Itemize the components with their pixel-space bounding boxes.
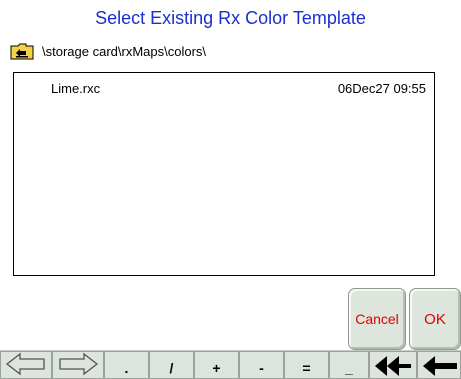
double-backspace-icon[interactable] (369, 351, 417, 379)
list-item[interactable]: Lime.rxc 06Dec27 09:55 (14, 81, 434, 99)
backspace-icon[interactable] (417, 351, 461, 379)
file-date: 06Dec27 09:55 (337, 81, 426, 96)
ok-button[interactable]: OK (409, 288, 461, 350)
key-minus[interactable]: - (239, 351, 284, 379)
arrow-right-outline-icon[interactable] (52, 351, 104, 379)
cancel-button[interactable]: Cancel (348, 288, 406, 350)
arrow-left-outline-icon[interactable] (0, 351, 52, 379)
key-plus[interactable]: + (194, 351, 239, 379)
key-dot[interactable]: . (104, 351, 149, 379)
key-underscore[interactable]: _ (329, 351, 369, 379)
current-path-row: \storage card\rxMaps\colors\ (10, 40, 206, 62)
dialog-title: Select Existing Rx Color Template (95, 8, 366, 28)
key-slash[interactable]: / (149, 351, 194, 379)
keyboard-row: . / + - = _ (0, 350, 461, 379)
folder-up-icon[interactable] (10, 43, 34, 60)
file-name: Lime.rxc (51, 81, 101, 96)
path-label: \storage card\rxMaps\colors\ (42, 43, 207, 59)
file-list[interactable]: Lime.rxc 06Dec27 09:55 (13, 72, 435, 276)
key-equals[interactable]: = (284, 351, 329, 379)
